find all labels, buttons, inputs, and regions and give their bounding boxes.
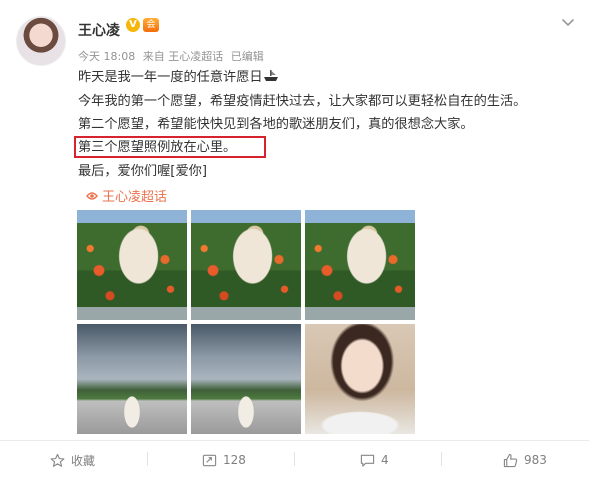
action-separator bbox=[147, 452, 148, 466]
like-count: 983 bbox=[524, 453, 547, 467]
action-bar-divider bbox=[0, 440, 589, 441]
photo-5[interactable] bbox=[191, 324, 301, 434]
action-separator bbox=[294, 452, 295, 466]
post-text-line-1: 昨天是我一年一度的任意许愿日 bbox=[78, 69, 278, 87]
chevron-down-icon[interactable] bbox=[560, 14, 576, 30]
action-separator bbox=[441, 452, 442, 466]
photo-1[interactable] bbox=[77, 210, 187, 320]
topic-label: 王心凌超话 bbox=[102, 190, 168, 205]
vip-badge-icon: 会 bbox=[143, 18, 159, 32]
post-text-line-2: 今年我的第一个愿望，希望疫情赶快过去，让大家都可以更轻松自在的生活。 bbox=[78, 94, 527, 109]
repost-button[interactable]: 128 bbox=[202, 449, 246, 471]
post-text-1: 昨天是我一年一度的任意许愿日 bbox=[78, 70, 263, 85]
post-source[interactable]: 来自 王心凌超话 bbox=[143, 50, 224, 63]
ship-emoji-icon bbox=[263, 70, 278, 81]
highlight-box bbox=[74, 136, 266, 158]
topic-eye-icon bbox=[86, 191, 98, 200]
comment-button[interactable]: 4 bbox=[360, 449, 389, 471]
repost-icon bbox=[202, 454, 217, 466]
comment-count: 4 bbox=[381, 453, 389, 467]
weibo-post-card: 王心凌 V 会 今天 18:08 来自 王心凌超话 已编辑 昨天是我一年一度的任… bbox=[0, 0, 589, 477]
comment-icon bbox=[360, 454, 375, 467]
author-name[interactable]: 王心凌 bbox=[78, 20, 120, 40]
photo-6[interactable] bbox=[305, 324, 415, 434]
post-meta: 今天 18:08 来自 王心凌超话 已编辑 bbox=[78, 48, 268, 64]
edited-label[interactable]: 已编辑 bbox=[231, 50, 264, 63]
photo-4[interactable] bbox=[77, 324, 187, 434]
like-button[interactable]: 983 bbox=[503, 449, 547, 471]
favorite-button[interactable]: 收藏 bbox=[50, 449, 95, 471]
photo-2[interactable] bbox=[191, 210, 301, 320]
thumbs-up-icon bbox=[503, 453, 518, 467]
photo-3[interactable] bbox=[305, 210, 415, 320]
favorite-label: 收藏 bbox=[71, 453, 96, 468]
star-icon bbox=[50, 453, 65, 467]
avatar[interactable] bbox=[16, 16, 66, 66]
post-text-line-5: 最后，爱你们喔[爱你] bbox=[78, 164, 207, 179]
post-text-line-3: 第二个愿望，希望能快快见到各地的歌迷朋友们，真的很想念大家。 bbox=[78, 117, 474, 132]
post-time[interactable]: 今天 18:08 bbox=[78, 50, 135, 63]
verified-badge-icon: V bbox=[126, 18, 140, 32]
repost-count: 128 bbox=[223, 453, 246, 467]
topic-link[interactable]: 王心凌超话 bbox=[86, 186, 167, 205]
